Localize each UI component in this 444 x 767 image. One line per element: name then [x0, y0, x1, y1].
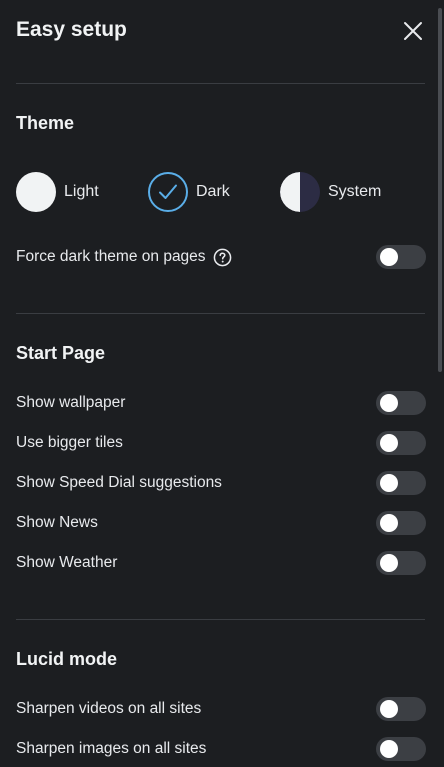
row-label: Use bigger tiles — [16, 434, 123, 451]
row-label: Sharpen images on all sites — [16, 740, 207, 757]
help-circle-icon[interactable] — [213, 248, 232, 267]
theme-section-title: Theme — [16, 113, 75, 133]
lucid-row-videos: Sharpen videos on all sites — [16, 696, 426, 722]
theme-option-label: Light — [64, 183, 99, 200]
toggle-knob — [380, 434, 398, 452]
row-label: Show News — [16, 514, 98, 531]
panel-title: Easy setup — [16, 18, 127, 41]
row-label: Show wallpaper — [16, 394, 126, 411]
toggle-knob — [380, 474, 398, 492]
system-theme-half-icon — [280, 172, 320, 212]
sharpen-videos-toggle[interactable] — [376, 697, 426, 721]
toggle-knob — [380, 700, 398, 718]
dark-theme-check-icon — [148, 172, 188, 212]
lucid-row-images: Sharpen images on all sites — [16, 736, 426, 762]
toggle-knob — [380, 740, 398, 758]
theme-option-system[interactable]: System — [280, 170, 381, 214]
speed-dial-suggestions-toggle[interactable] — [376, 471, 426, 495]
start-page-row-news: Show News — [16, 510, 426, 536]
sharpen-images-toggle[interactable] — [376, 737, 426, 761]
theme-option-dark[interactable]: Dark — [148, 170, 230, 214]
row-label: Show Weather — [16, 554, 118, 571]
light-theme-circle-icon — [16, 172, 56, 212]
show-news-toggle[interactable] — [376, 511, 426, 535]
show-weather-toggle[interactable] — [376, 551, 426, 575]
force-dark-row: Force dark theme on pages — [16, 244, 426, 270]
toggle-knob — [380, 394, 398, 412]
close-button[interactable] — [401, 19, 425, 43]
toggle-knob — [380, 554, 398, 572]
scrollbar[interactable] — [438, 8, 442, 372]
panel-header: Easy setup — [0, 0, 444, 62]
divider — [16, 619, 425, 620]
easy-setup-panel: Easy setup Theme Light Dark System Force… — [0, 0, 444, 767]
start-page-row-weather: Show Weather — [16, 550, 426, 576]
toggle-knob — [380, 248, 398, 266]
theme-option-label: Dark — [196, 183, 230, 200]
row-label: Show Speed Dial suggestions — [16, 474, 222, 491]
theme-option-label: System — [328, 183, 382, 200]
divider — [16, 83, 425, 84]
row-label: Sharpen videos on all sites — [16, 700, 202, 717]
divider — [16, 313, 425, 314]
toggle-knob — [380, 514, 398, 532]
force-dark-toggle[interactable] — [376, 245, 426, 269]
show-wallpaper-toggle[interactable] — [376, 391, 426, 415]
bigger-tiles-toggle[interactable] — [376, 431, 426, 455]
force-dark-label: Force dark theme on pages — [16, 248, 206, 265]
start-page-section-title: Start Page — [16, 343, 106, 363]
start-page-row-bigger-tiles: Use bigger tiles — [16, 430, 426, 456]
theme-option-light[interactable]: Light — [16, 170, 99, 214]
lucid-mode-section-title: Lucid mode — [16, 649, 118, 669]
start-page-row-wallpaper: Show wallpaper — [16, 390, 426, 416]
close-icon — [404, 22, 422, 40]
start-page-row-speed-dial: Show Speed Dial suggestions — [16, 470, 426, 496]
